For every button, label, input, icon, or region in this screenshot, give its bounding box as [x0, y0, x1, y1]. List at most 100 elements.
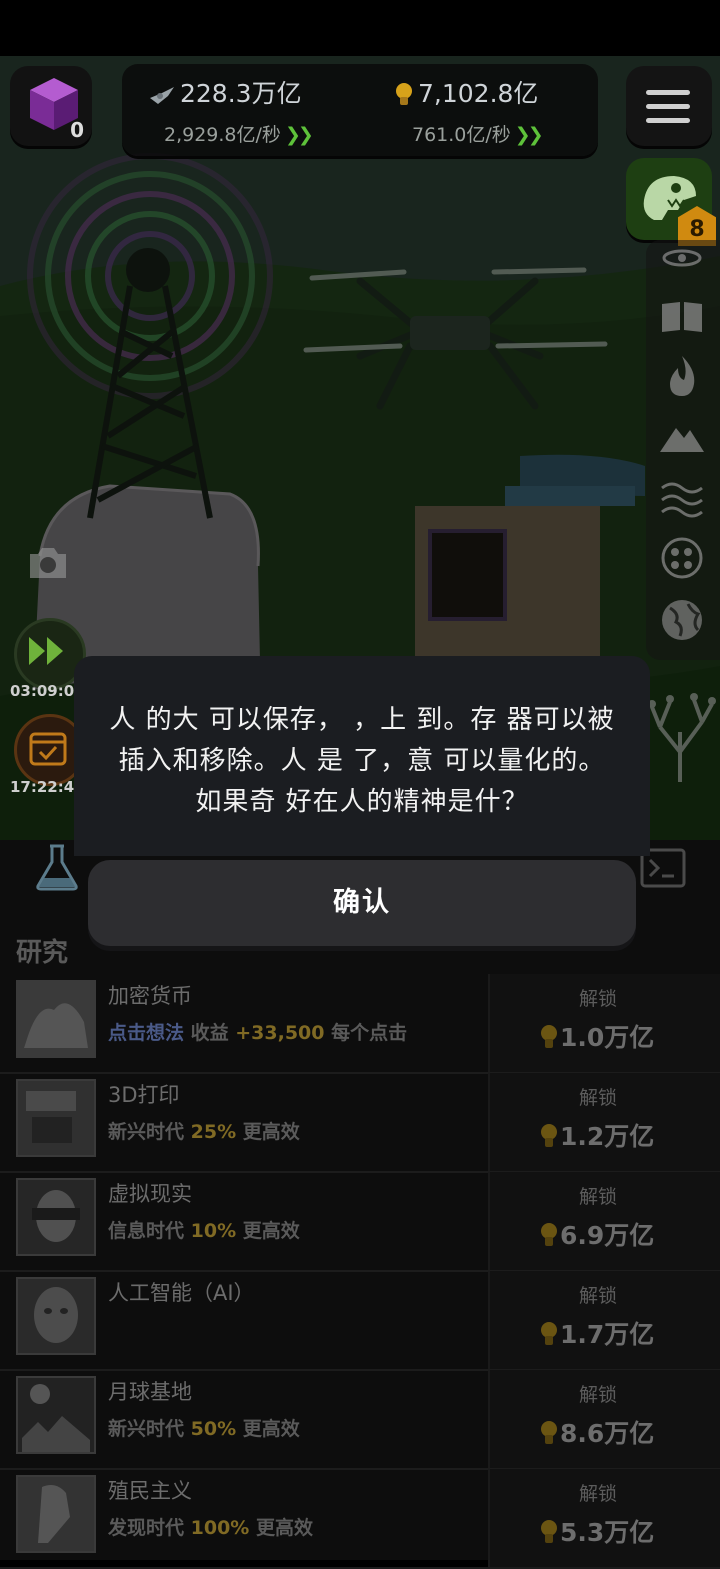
research-thumbnail	[16, 1376, 96, 1454]
camera-icon[interactable]	[26, 544, 70, 582]
unlock-label: 解锁	[578, 1087, 617, 1109]
desc-prefix: 新兴时代	[108, 1418, 191, 1440]
research-row[interactable]: 3D打印 新兴时代 25% 更高效 解锁 1.2万亿	[0, 1073, 720, 1173]
lightbulb-icon	[541, 1421, 557, 1444]
calendar-icon	[29, 732, 67, 766]
desc-highlight-blue: 点击想法	[108, 1022, 185, 1044]
cell-icon[interactable]	[658, 534, 706, 582]
research-thumbnail	[16, 1079, 96, 1157]
tech-tree-icon[interactable]	[640, 672, 720, 792]
price-value: 5.3万亿	[560, 1518, 655, 1547]
story-dialog: 人 的大 可以保存， ，上 到。存 器可以被 插入和移除。人 是 了，意 可以量…	[74, 656, 650, 956]
desc-suffix: 每个点击	[324, 1022, 408, 1044]
status-bar	[0, 0, 720, 56]
desc-prefix: 新兴时代	[108, 1121, 191, 1143]
research-description: 新兴时代 25% 更高效	[108, 1117, 300, 1144]
fire-icon[interactable]	[658, 352, 706, 400]
menu-button[interactable]	[626, 66, 712, 146]
research-row[interactable]: 人工智能（AI） 解锁 1.7万亿	[0, 1271, 720, 1371]
fast-forward-icon: ❯❯	[514, 124, 544, 146]
fast-forward-icon: ❯❯	[284, 124, 314, 146]
unlock-label: 解锁	[578, 1483, 617, 1505]
resource2: 7,102.8亿	[394, 74, 538, 110]
drone-icon	[150, 87, 174, 104]
price-value: 6.9万亿	[560, 1221, 655, 1250]
price: 5.3万亿	[540, 1513, 654, 1549]
dialog-message: 人 的大 可以保存， ，上 到。存 器可以被 插入和移除。人 是 了，意 可以量…	[88, 700, 636, 823]
resource1-rate-row: 2,929.8亿/秒 ❯❯	[164, 120, 314, 147]
price-value: 1.2万亿	[560, 1122, 655, 1151]
research-thumbnail	[16, 1277, 96, 1355]
price: 1.2万亿	[540, 1117, 654, 1153]
research-title: 研究	[16, 938, 69, 968]
research-row[interactable]: 月球基地新兴时代 50% 更高效 解锁 8.6万亿	[0, 1370, 720, 1470]
unlock-label: 解锁	[578, 988, 617, 1010]
desc-suffix: 更高效	[236, 1121, 300, 1143]
fast-forward-icon	[29, 637, 63, 665]
research-description: 信息时代 10% 更高效	[108, 1216, 300, 1243]
dialog-line: 如果奇 好在人的精神是什？	[195, 787, 529, 817]
boost-timer: 03:09:0	[10, 682, 75, 700]
dialog-line: 人 的大 可以保存， ，上 到。存 器可以被	[109, 705, 615, 735]
dialog-line: 插入和移除。人 是 了，意 可以量化的。	[118, 746, 606, 776]
price: 1.0万亿	[540, 1018, 654, 1054]
book-icon[interactable]	[658, 292, 706, 340]
cube-count: 0	[70, 118, 84, 142]
price: 8.6万亿	[540, 1414, 654, 1450]
waves-icon[interactable]	[658, 474, 706, 522]
lightbulb-icon	[541, 1520, 557, 1543]
desc-middle: 收益	[184, 1022, 236, 1044]
lightbulb-icon	[396, 83, 412, 105]
resource1-value: 228.3万亿	[180, 79, 302, 108]
unlock-label: 解锁	[578, 1384, 617, 1406]
research-name: 月球基地	[108, 1380, 192, 1404]
confirm-button[interactable]: 确认	[88, 860, 636, 946]
resource1: 228.3万亿	[148, 74, 302, 110]
research-row[interactable]: 加密货币点击想法 收益 +33,500 每个点击 解锁 1.0万亿	[0, 974, 720, 1074]
dialog-box-bottom	[74, 842, 650, 856]
research-thumbnail	[16, 980, 96, 1058]
desc-prefix: 发现时代	[108, 1517, 191, 1539]
atom-icon[interactable]	[658, 244, 706, 292]
lightbulb-icon	[541, 1223, 557, 1246]
desc-highlight-value: 100%	[190, 1517, 250, 1539]
globe-icon[interactable]	[658, 596, 706, 644]
price-value: 1.0万亿	[560, 1023, 655, 1052]
desc-highlight-value: 25%	[190, 1121, 237, 1143]
research-thumbnail	[16, 1475, 96, 1553]
menu-bar	[646, 118, 690, 123]
price: 1.7万亿	[540, 1315, 654, 1351]
resource2-value: 7,102.8亿	[418, 79, 539, 108]
research-name: 虚拟现实	[108, 1182, 192, 1206]
menu-bar	[646, 90, 690, 95]
resource2-rate-row: 761.0亿/秒 ❯❯	[412, 120, 544, 147]
menu-bar	[646, 104, 690, 109]
resources-panel: 228.3万亿 2,929.8亿/秒 ❯❯ 7,102.8亿 761.0亿/秒 ❯❯	[122, 64, 598, 156]
cube-button[interactable]: 0	[10, 66, 92, 146]
research-description: 点击想法 收益 +33,500 每个点击	[108, 1018, 407, 1045]
price-value: 8.6万亿	[560, 1419, 655, 1448]
unlock-label: 解锁	[578, 1285, 617, 1307]
desc-prefix: 信息时代	[108, 1220, 191, 1242]
desc-highlight-value: 50%	[190, 1418, 237, 1440]
mountain-icon[interactable]	[658, 414, 706, 462]
lightbulb-icon	[541, 1124, 557, 1147]
research-description: 新兴时代 50% 更高效	[108, 1414, 300, 1441]
research-name: 加密货币	[108, 984, 192, 1008]
lightbulb-icon	[541, 1025, 557, 1048]
desc-highlight-value: 10%	[190, 1220, 237, 1242]
research-thumbnail	[16, 1178, 96, 1256]
research-row[interactable]: 虚拟现实信息时代 10% 更高效 解锁 6.9万亿	[0, 1172, 720, 1272]
research-description: 发现时代 100% 更高效	[108, 1513, 313, 1540]
price: 6.9万亿	[540, 1216, 654, 1252]
research-name: 殖民主义	[108, 1479, 192, 1503]
unlock-label: 解锁	[578, 1186, 617, 1208]
desc-suffix: 更高效	[236, 1220, 300, 1242]
price-value: 1.7万亿	[560, 1320, 655, 1349]
research-row[interactable]: 殖民主义发现时代 100% 更高效 解锁 5.3万亿	[0, 1469, 720, 1569]
resource2-rate: 761.0亿/秒	[412, 124, 511, 146]
calendar-timer: 17:22:4	[10, 778, 75, 796]
lightbulb-icon	[541, 1322, 557, 1345]
desc-suffix: 更高效	[236, 1418, 300, 1440]
desc-highlight-value: +33,500	[235, 1022, 325, 1044]
